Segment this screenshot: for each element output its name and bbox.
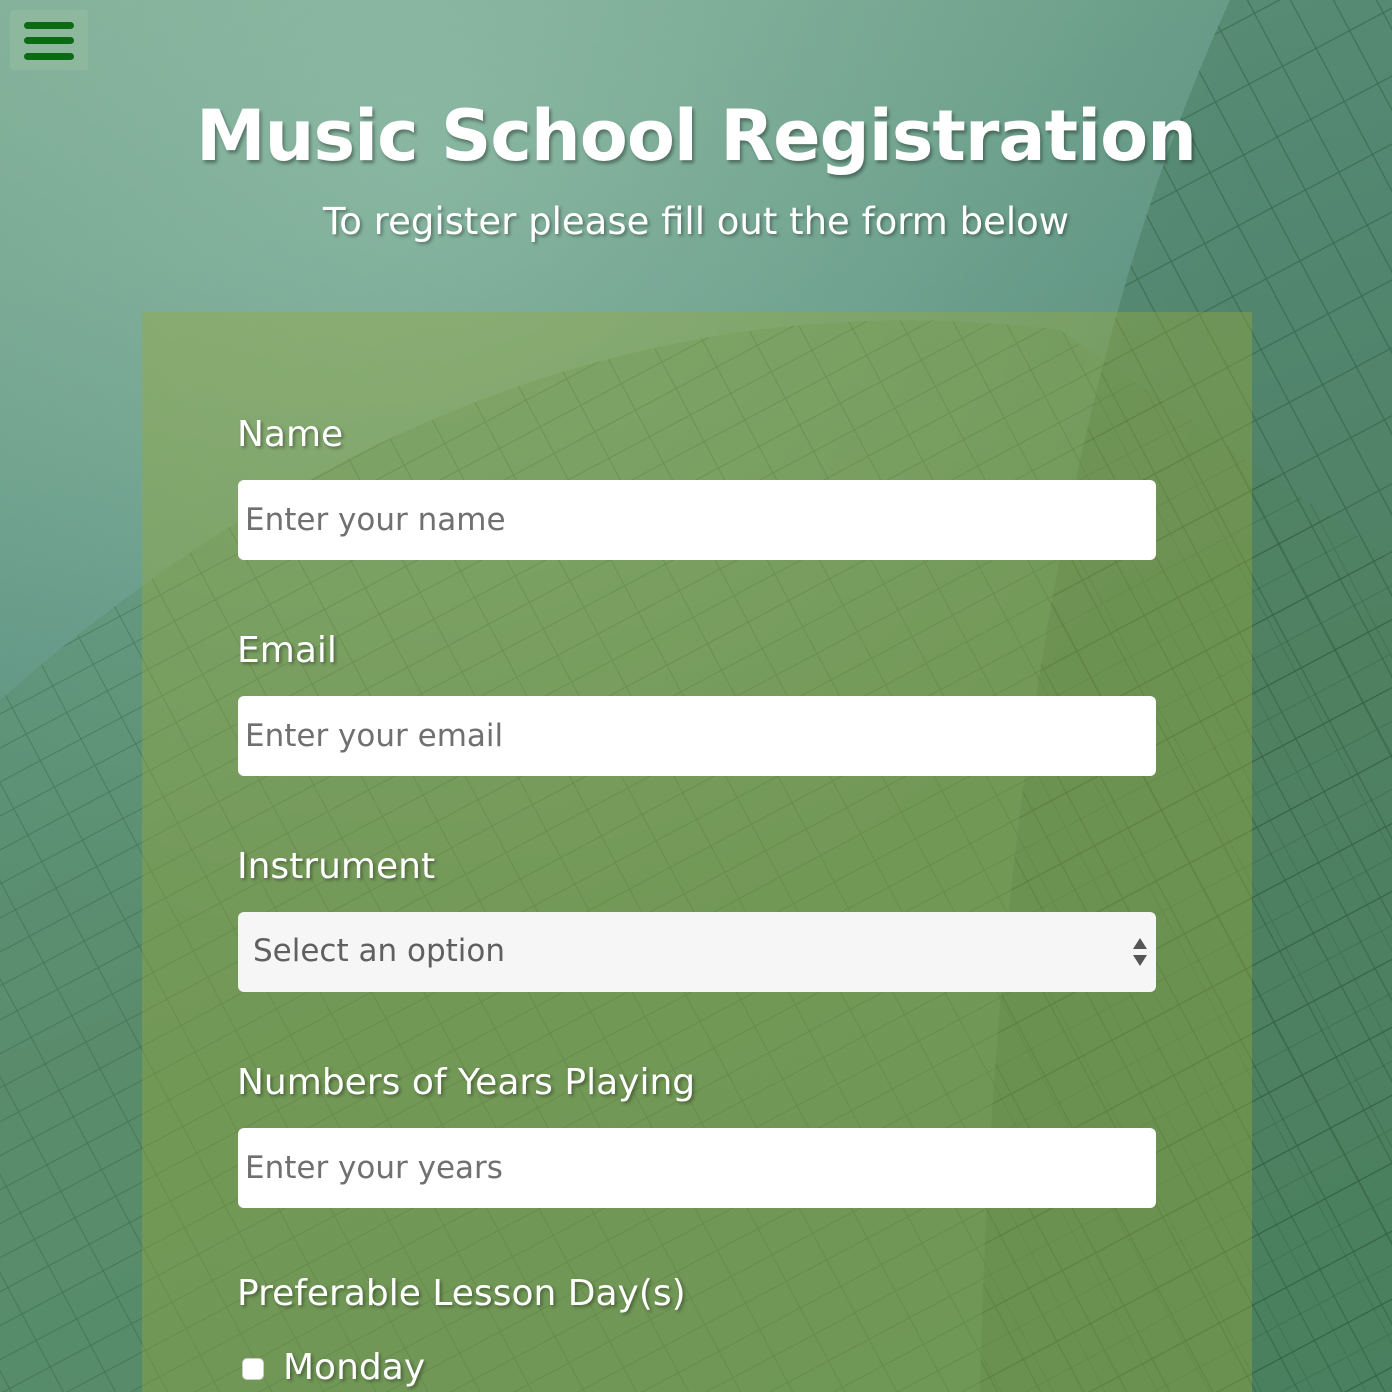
hamburger-menu-icon[interactable] (10, 10, 88, 70)
select-arrows-icon (1133, 938, 1147, 966)
page-title: Music School Registration (195, 95, 1197, 177)
instrument-select[interactable]: Select an option (238, 912, 1156, 992)
instrument-label: Instrument (237, 846, 436, 887)
email-input[interactable] (238, 696, 1156, 776)
menu-bar-top (24, 22, 74, 29)
years-input[interactable] (238, 1128, 1156, 1208)
menu-bar-bottom (24, 53, 74, 60)
menu-bar-middle (24, 37, 74, 44)
instrument-select-value: Select an option (253, 933, 506, 969)
lesson-days-label: Preferable Lesson Day(s) (237, 1273, 686, 1314)
page-subtitle: To register please fill out the form bel… (322, 200, 1070, 243)
name-label: Name (237, 414, 344, 455)
name-input[interactable] (238, 480, 1156, 560)
years-label: Numbers of Years Playing (237, 1062, 696, 1103)
monday-label[interactable]: Monday (283, 1346, 425, 1390)
monday-checkbox[interactable] (242, 1358, 264, 1380)
email-label: Email (237, 630, 337, 671)
